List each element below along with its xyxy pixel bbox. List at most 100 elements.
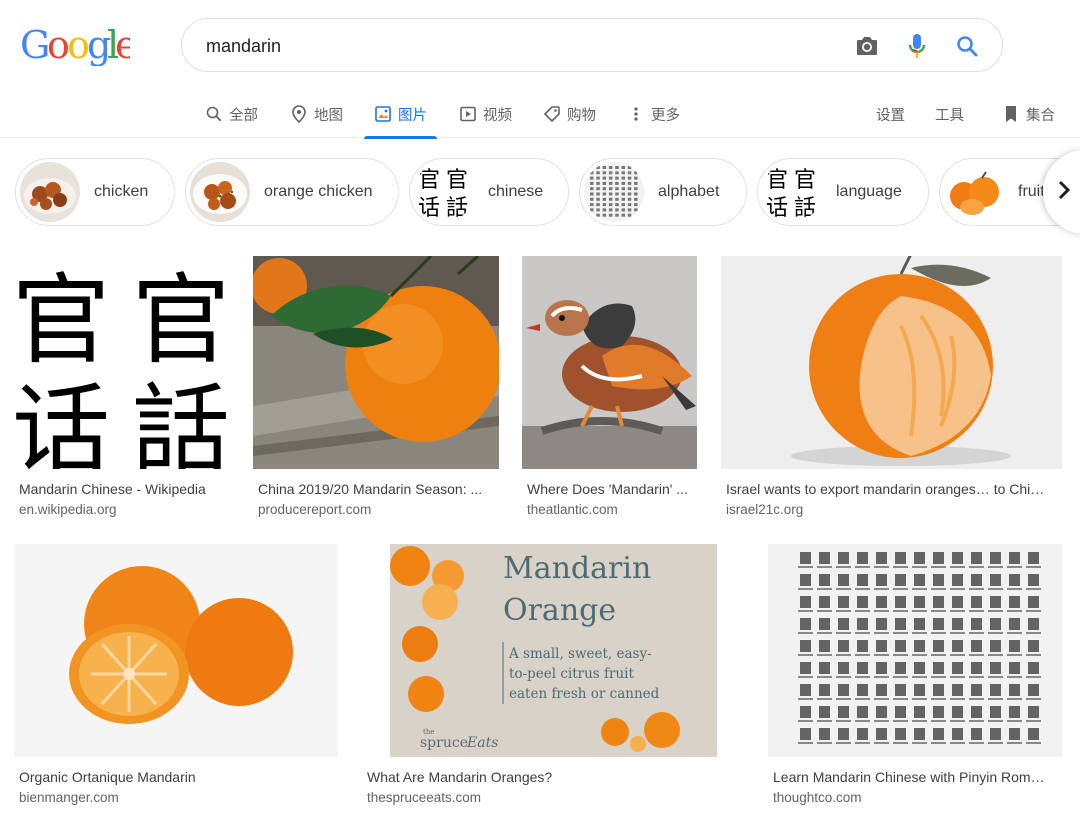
result-thumbnail[interactable]: Mandarin Orange A small, sweet, easy- to… — [390, 544, 717, 757]
svg-text:话: 话 — [766, 196, 788, 221]
result-source[interactable]: en.wikipedia.org — [19, 502, 117, 517]
image-result[interactable]: Mandarin Orange A small, sweet, easy- to… — [362, 544, 745, 814]
chip-label: alphabet — [658, 183, 720, 200]
search-icon[interactable] — [954, 33, 980, 59]
result-thumbnail[interactable] — [253, 256, 499, 469]
result-source[interactable]: thoughtco.com — [773, 790, 862, 805]
chip-chinese[interactable]: 官官话話 chinese — [409, 158, 569, 226]
chip-label: chinese — [488, 183, 544, 200]
svg-text:e: e — [115, 23, 130, 66]
svg-text:话: 话 — [14, 374, 110, 469]
svg-text:話: 話 — [794, 196, 816, 221]
search-input[interactable] — [206, 34, 826, 58]
result-title[interactable]: Organic Ortanique Mandarin — [19, 769, 339, 785]
svg-text:A small, sweet, easy-: A small, sweet, easy- — [508, 646, 652, 662]
food-thumb — [190, 162, 250, 222]
svg-text:官: 官 — [766, 168, 788, 193]
svg-text:to-peel citrus fruit: to-peel citrus fruit — [509, 666, 634, 682]
google-logo[interactable]: G o o g l e — [20, 22, 130, 66]
collections-label: 集合 — [1026, 107, 1055, 124]
tab-label: 视频 — [483, 107, 512, 124]
chip-label: fruit — [1018, 183, 1045, 200]
svg-text:eaten fresh or canned: eaten fresh or canned — [509, 686, 660, 702]
search-tabs: 全部 地图 图片 视频 购物 更多 设置 工具 集合 — [0, 90, 1080, 139]
result-thumbnail[interactable] — [14, 544, 338, 757]
tab-label: 地图 — [314, 107, 343, 124]
result-thumbnail[interactable]: 官 官 话 話 — [14, 256, 230, 469]
result-title[interactable]: Learn Mandarin Chinese with Pinyin Rom… — [773, 769, 1058, 785]
tab-more[interactable]: 更多 — [627, 90, 680, 138]
result-title[interactable]: China 2019/20 Mandarin Season: ... — [258, 481, 498, 497]
result-title[interactable]: Mandarin Chinese - Wikipedia — [19, 481, 234, 497]
image-result[interactable]: China 2019/20 Mandarin Season: ... produ… — [253, 256, 499, 526]
microphone-icon[interactable] — [904, 33, 930, 59]
food-thumb — [20, 162, 80, 222]
result-title[interactable]: What Are Mandarin Oranges? — [367, 769, 747, 785]
tab-label: 图片 — [398, 107, 427, 124]
spruce-logo: Eats — [466, 735, 498, 751]
search-icon — [205, 105, 223, 123]
result-source[interactable]: israel21c.org — [726, 502, 803, 517]
chart-thumb — [584, 162, 644, 222]
tab-maps[interactable]: 地图 — [290, 90, 343, 138]
bookmark-icon — [1002, 105, 1020, 123]
tab-label: 全部 — [229, 107, 258, 124]
svg-text:官: 官 — [446, 168, 468, 193]
tab-videos[interactable]: 视频 — [459, 90, 512, 138]
image-result[interactable]: Organic Ortanique Mandarin bienmanger.co… — [14, 544, 338, 814]
chip-orange-chicken[interactable]: orange chicken — [185, 158, 399, 226]
settings-link[interactable]: 设置 — [876, 90, 905, 138]
svg-text:話: 話 — [132, 374, 230, 469]
svg-text:官: 官 — [14, 264, 110, 378]
overlay-title: Mandarin — [503, 551, 651, 586]
map-pin-icon — [290, 105, 308, 123]
svg-text:官: 官 — [794, 168, 816, 193]
result-source[interactable]: bienmanger.com — [19, 790, 119, 805]
image-result[interactable]: Learn Mandarin Chinese with Pinyin Rom… … — [768, 544, 1062, 814]
chip-language[interactable]: 官官话話 language — [757, 158, 929, 226]
camera-icon[interactable] — [854, 33, 880, 59]
svg-text:官: 官 — [418, 168, 440, 193]
result-title[interactable]: Where Does 'Mandarin' ... — [527, 481, 697, 497]
chip-chicken[interactable]: chicken — [15, 158, 175, 226]
result-source[interactable]: thespruceeats.com — [367, 790, 481, 805]
spruce-logo: spruce — [420, 735, 468, 751]
result-thumbnail[interactable] — [522, 256, 697, 469]
video-icon — [459, 105, 477, 123]
tab-label: 购物 — [567, 107, 596, 124]
characters-thumb: 官官话話 — [762, 162, 822, 222]
tab-all[interactable]: 全部 — [205, 90, 258, 138]
search-box[interactable] — [181, 18, 1003, 72]
settings-label: 设置 — [876, 107, 905, 124]
image-icon — [374, 105, 392, 123]
tools-link[interactable]: 工具 — [935, 90, 964, 138]
related-chips: chicken orange chicken 官官话話 chinese alph… — [0, 158, 1080, 228]
result-source[interactable]: theatlantic.com — [527, 502, 618, 517]
svg-text:官: 官 — [132, 264, 230, 378]
chip-label: chicken — [94, 183, 149, 200]
tools-label: 工具 — [935, 107, 964, 124]
collections-link[interactable]: 集合 — [1002, 90, 1055, 138]
more-vert-icon — [627, 105, 645, 123]
result-thumbnail[interactable] — [768, 544, 1062, 757]
svg-text:話: 話 — [446, 196, 468, 221]
result-thumbnail[interactable] — [721, 256, 1062, 469]
tag-icon — [543, 105, 561, 123]
chip-label: orange chicken — [264, 183, 373, 200]
chip-alphabet[interactable]: alphabet — [579, 158, 747, 226]
fruit-thumb — [944, 162, 1004, 222]
svg-text:G: G — [20, 23, 50, 66]
chip-label: language — [836, 183, 902, 200]
overlay-title: Orange — [503, 593, 616, 628]
result-title[interactable]: Israel wants to export mandarin oranges…… — [726, 481, 1056, 497]
image-result[interactable]: Israel wants to export mandarin oranges…… — [721, 256, 1062, 526]
image-result[interactable]: Where Does 'Mandarin' ... theatlantic.co… — [522, 256, 697, 526]
chevron-right-icon — [1057, 179, 1071, 206]
tab-images[interactable]: 图片 — [364, 90, 437, 139]
characters-thumb: 官官话話 — [414, 162, 474, 222]
tab-shopping[interactable]: 购物 — [543, 90, 596, 138]
tab-label: 更多 — [651, 107, 680, 124]
result-source[interactable]: producereport.com — [258, 502, 371, 517]
image-result[interactable]: 官 官 话 話 Mandarin Chinese - Wikipedia en.… — [14, 256, 230, 526]
svg-text:话: 话 — [418, 196, 440, 221]
